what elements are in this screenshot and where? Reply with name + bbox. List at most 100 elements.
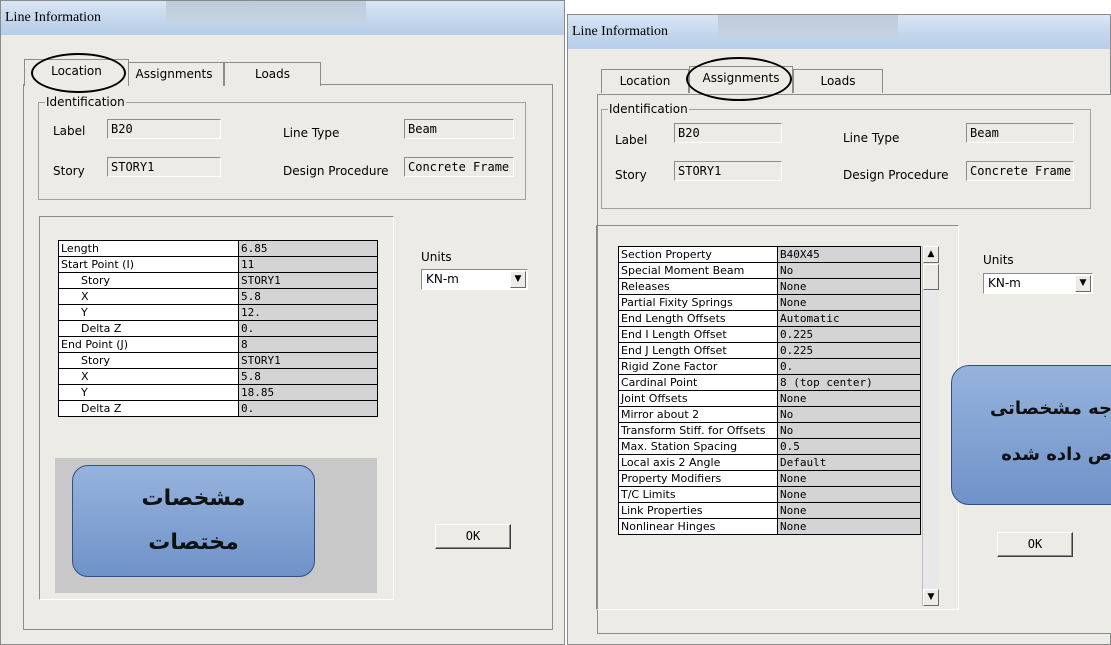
row-value-cell[interactable]: 18.85 [238,384,378,401]
table-row[interactable]: Rigid Zone Factor 0. [618,358,921,375]
scrollbar-thumb[interactable] [923,264,939,290]
left-tab-location[interactable]: Location [24,59,129,86]
right-titlebar[interactable]: Line Information [568,15,1110,49]
left-label-field[interactable]: B20 [107,119,221,139]
row-value-cell[interactable]: No [777,262,921,279]
table-row[interactable]: Partial Fixity Springs None [618,294,921,311]
table-row[interactable]: Special Moment Beam No [618,262,921,279]
row-value-cell[interactable]: 0.5 [777,438,921,455]
row-value-cell[interactable]: STORY1 [238,272,378,289]
left-properties-table[interactable]: Length 6.85 Start Point (I) 11 Story STORY1 X 5… [58,240,378,417]
left-callout-line2: مختصات [148,530,239,555]
row-value-cell[interactable]: 5.8 [238,368,378,385]
row-name-cell: Transform Stiff. for Offsets [618,422,778,439]
right-callout-box: جه مشخصاتی ص داده شده [951,365,1111,505]
left-tab-assignments[interactable]: Assignments [124,62,224,86]
row-value-cell[interactable]: No [777,422,921,439]
row-value-cell[interactable]: 8 [238,336,378,353]
row-value-cell[interactable]: None [777,278,921,295]
row-value-cell[interactable]: 8 (top center) [777,374,921,391]
row-value-cell[interactable]: 0.225 [777,342,921,359]
row-name-cell: Length [58,240,239,257]
row-value-cell[interactable]: 0. [777,358,921,375]
row-name-cell: Section Property [618,246,778,263]
row-value-cell[interactable]: None [777,390,921,407]
row-value-cell[interactable]: 0.225 [777,326,921,343]
right-tab-assignments[interactable]: Assignments [689,66,793,93]
table-row[interactable]: Cardinal Point 8 (top center) [618,374,921,391]
table-row[interactable]: End Length Offsets Automatic [618,310,921,327]
table-row[interactable]: Length 6.85 [58,240,378,257]
row-value-cell[interactable]: None [777,486,921,503]
row-value-cell[interactable]: STORY1 [238,352,378,369]
table-row[interactable]: Y 18.85 [58,384,378,401]
left-story-caption: Story [53,164,85,178]
row-name-cell: Partial Fixity Springs [618,294,778,311]
row-value-cell[interactable]: 12. [238,304,378,321]
right-tab-location[interactable]: Location [601,69,689,93]
table-row[interactable]: Start Point (I) 11 [58,256,378,273]
table-row[interactable]: X 5.8 [58,288,378,305]
right-story-field[interactable]: STORY1 [674,161,782,181]
table-row[interactable]: End I Length Offset 0.225 [618,326,921,343]
right-dialog: Line Information Location Assignments Lo… [567,14,1111,645]
left-units-select[interactable]: KN-m ▼ [421,269,528,290]
table-row[interactable]: Local axis 2 Angle Default [618,454,921,471]
right-line-type-field[interactable]: Beam [966,123,1074,143]
row-value-cell[interactable]: 0. [238,320,378,337]
row-value-cell[interactable]: 11 [238,256,378,273]
chevron-down-icon[interactable]: ▼ [510,271,526,288]
left-design-proc-field[interactable]: Concrete Frame [404,157,514,177]
right-design-proc-field[interactable]: Concrete Frame [966,161,1074,181]
table-row[interactable]: Delta Z 0. [58,320,378,337]
chevron-down-icon[interactable]: ▼ [1075,275,1091,292]
row-value-cell[interactable]: None [777,470,921,487]
row-value-cell[interactable]: 0. [238,400,378,417]
right-callout-line1: جه مشخصاتی [989,398,1111,419]
row-name-cell: X [58,368,239,385]
row-value-cell[interactable]: 5.8 [238,288,378,305]
table-row[interactable]: Releases None [618,278,921,295]
right-ok-button[interactable]: OK [997,532,1073,557]
table-row[interactable]: End J Length Offset 0.225 [618,342,921,359]
left-line-type-field[interactable]: Beam [404,119,514,139]
row-value-cell[interactable]: B40X45 [777,246,921,263]
table-row[interactable]: Link Properties None [618,502,921,519]
row-value-cell[interactable]: None [777,518,921,535]
table-row[interactable]: Transform Stiff. for Offsets No [618,422,921,439]
table-row[interactable]: Property Modifiers None [618,470,921,487]
table-row[interactable]: End Point (J) 8 [58,336,378,353]
arrow-up-icon[interactable]: ▲ [923,246,939,263]
table-row[interactable]: Delta Z 0. [58,400,378,417]
table-row[interactable]: Nonlinear Hinges None [618,518,921,535]
table-row[interactable]: Section Property B40X45 [618,246,921,263]
left-titlebar[interactable]: Line Information [1,1,564,35]
table-row[interactable]: Joint Offsets None [618,390,921,407]
right-tab-loads[interactable]: Loads [793,69,883,93]
table-row[interactable]: Story STORY1 [58,352,378,369]
row-name-cell: Delta Z [58,320,239,337]
row-value-cell[interactable]: Automatic [777,310,921,327]
row-value-cell[interactable]: 6.85 [238,240,378,257]
left-callout-box: مشخصات مختصات [72,465,315,577]
left-ok-button[interactable]: OK [435,524,511,549]
right-properties-table[interactable]: Section Property B40X45 Special Moment Bea… [618,246,921,535]
table-row[interactable]: X 5.8 [58,368,378,385]
table-row[interactable]: Max. Station Spacing 0.5 [618,438,921,455]
right-label-field[interactable]: B20 [674,123,782,143]
right-table-scrollbar[interactable]: ▲ ▼ [922,246,939,606]
table-row[interactable]: Mirror about 2 No [618,406,921,423]
table-row[interactable]: Story STORY1 [58,272,378,289]
arrow-down-icon[interactable]: ▼ [923,589,939,606]
row-value-cell[interactable]: None [777,502,921,519]
row-value-cell[interactable]: No [777,406,921,423]
table-row[interactable]: T/C Limits None [618,486,921,503]
left-story-field[interactable]: STORY1 [107,157,221,177]
left-tab-loads[interactable]: Loads [224,62,321,86]
row-name-cell: End I Length Offset [618,326,778,343]
right-units-select[interactable]: KN-m ▼ [983,273,1093,294]
row-value-cell[interactable]: None [777,294,921,311]
left-dialog: Line Information Location Assignments Lo… [0,0,565,645]
row-value-cell[interactable]: Default [777,454,921,471]
table-row[interactable]: Y 12. [58,304,378,321]
